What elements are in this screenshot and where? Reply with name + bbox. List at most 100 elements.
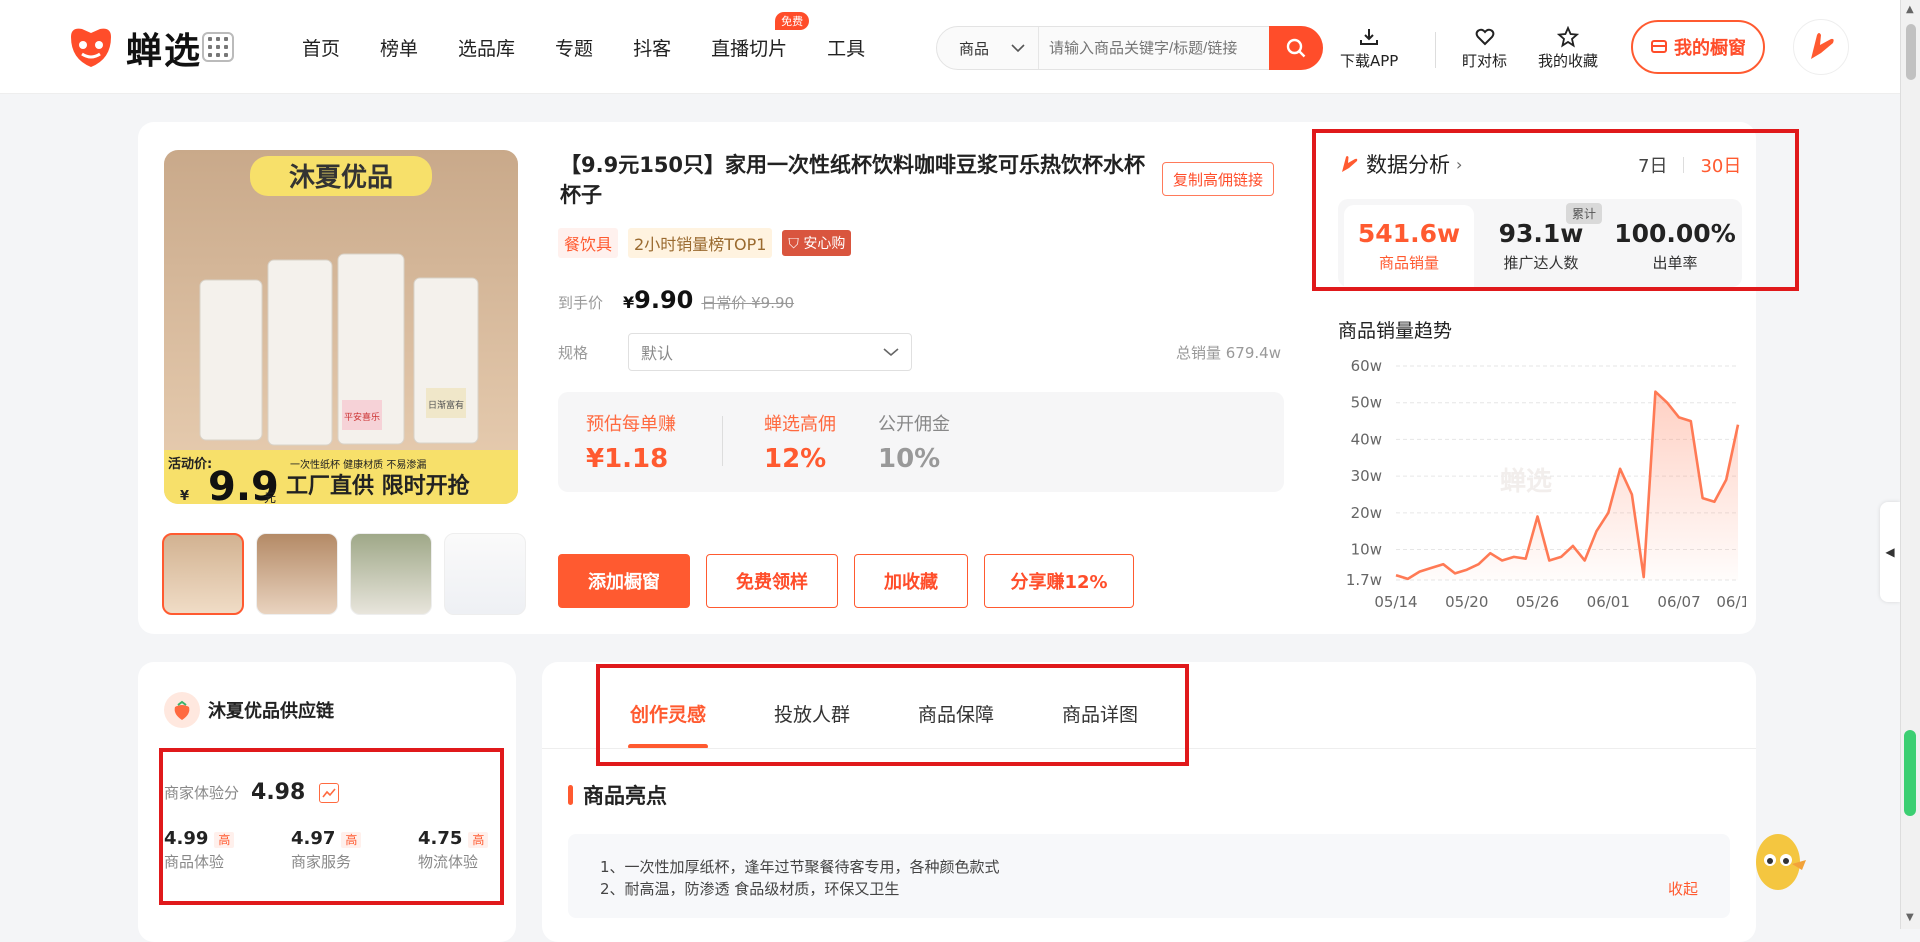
estimated-earning-value: ¥1.18 (586, 444, 669, 474)
header-divider (1435, 32, 1436, 68)
estimated-earning: 预估每单赚 ¥1.18 (586, 410, 676, 474)
watch-competitor-button[interactable]: 盯对标 (1462, 26, 1507, 71)
nav-douke[interactable]: 抖客 (633, 34, 671, 61)
price-label: 到手价 (558, 294, 604, 312)
y-tick-label: 1.7w (1346, 571, 1382, 589)
thumbnail-strip (162, 533, 526, 615)
share-earn-button[interactable]: 分享赚12% (984, 554, 1134, 608)
heart-icon (1475, 28, 1494, 46)
promo-slogan: 工厂直供 限时开抢 (286, 473, 471, 499)
scrollbar-thumb[interactable] (1906, 24, 1916, 80)
public-commission-value: 10% (878, 444, 941, 474)
shield-icon: ⛉ (788, 236, 799, 252)
user-avatar[interactable] (1793, 19, 1849, 75)
shop-window-icon (1651, 40, 1667, 53)
free-badge: 免费 (775, 12, 810, 30)
search-input[interactable] (1039, 38, 1265, 58)
nav-product-library[interactable]: 选品库 (458, 34, 515, 61)
x-tick-label: 05/20 (1445, 593, 1488, 611)
nav-topics[interactable]: 专题 (555, 34, 593, 61)
highlights-title-text: 商品亮点 (583, 784, 667, 808)
favorites-label: 我的收藏 (1538, 52, 1599, 70)
x-tick-label: 06/01 (1587, 593, 1630, 611)
product-main-image[interactable]: 沐夏优品 平安喜乐 日渐富有 活动价: ¥ 9.9 元 一次性纸杯 健康材质 不… (164, 150, 518, 504)
paper-cups-image: 沐夏优品 平安喜乐 日渐富有 活动价: ¥ 9.9 元 一次性纸杯 健康材质 不… (164, 150, 518, 504)
search-category-select[interactable]: 商品 (937, 27, 1039, 69)
y-tick-label: 40w (1351, 430, 1382, 448)
total-sales: 总销量 679.4w (1176, 344, 1281, 362)
spec-select[interactable]: 默认 (628, 333, 913, 371)
anxin-tag: ⛉ 安心购 (782, 230, 852, 256)
estimated-earning-label: 预估每单赚 (586, 414, 676, 435)
x-tick-label: 06/12 (1716, 593, 1746, 611)
add-to-window-button[interactable]: 添加橱窗 (558, 554, 690, 608)
green-progress-pill (1904, 730, 1916, 816)
commission-divider (722, 416, 723, 466)
avatar-logo-icon (1811, 33, 1834, 59)
nav-tools[interactable]: 工具 (827, 34, 865, 61)
collapse-button[interactable]: 收起 (1668, 878, 1698, 899)
promo-currency: ¥ (180, 489, 189, 504)
scroll-down-icon[interactable]: ▼ (1906, 912, 1914, 923)
product-actions: 添加橱窗 免费领样 加收藏 分享赚12% (558, 554, 1134, 608)
x-tick-label: 05/14 (1374, 593, 1417, 611)
watch-competitor-label: 盯对标 (1462, 52, 1508, 70)
y-tick-label: 30w (1351, 467, 1382, 485)
rank-tag[interactable]: 2小时销量榜TOP1 (628, 228, 773, 258)
category-tag[interactable]: 餐饮具 (558, 228, 619, 258)
thumbnail-1[interactable] (162, 533, 244, 615)
brand-logo[interactable]: 蝉选 (66, 22, 202, 74)
nav-live-clips-label: 直播切片 (711, 38, 788, 60)
free-sample-button[interactable]: 免费领样 (706, 554, 838, 608)
product-tags: 餐饮具 2小时销量榜TOP1 ⛉ 安心购 (558, 228, 852, 258)
public-commission-label: 公开佣金 (878, 414, 950, 435)
my-shop-button[interactable]: 我的橱窗 (1631, 20, 1765, 74)
search-category-label: 商品 (959, 39, 990, 58)
trend-title: 商品销量趋势 (1338, 320, 1453, 342)
search-button[interactable] (1269, 26, 1323, 70)
star-icon (1557, 26, 1579, 48)
high-commission-label: 蝉选高佣 (764, 414, 836, 435)
promo-small-slogan: 一次性纸杯 健康材质 不易渗漏 (290, 458, 426, 471)
thumbnail-3[interactable] (350, 533, 432, 615)
thumbnail-2[interactable] (256, 533, 338, 615)
commission-panel: 预估每单赚 ¥1.18 蝉选高佣 12% 公开佣金 10% (558, 392, 1284, 492)
mascot-icon[interactable] (1752, 820, 1808, 896)
highlight-line-2: 2、耐高温，防渗透 食品级材质，环保又卫生 (600, 880, 900, 898)
high-commission-value: 12% (764, 444, 827, 474)
cup-label-2: 日渐富有 (428, 399, 464, 411)
image-banner-text: 沐夏优品 (289, 163, 393, 193)
strawberry-icon (164, 692, 200, 728)
apps-grid-icon[interactable] (202, 32, 234, 62)
favorites-button[interactable]: 我的收藏 (1538, 26, 1598, 71)
original-price: 日常价 ¥9.90 (701, 294, 795, 312)
spec-row: 规格 默认 (558, 333, 913, 371)
highlight-line-1: 1、一次性加厚纸杯，逢年过节聚餐待客专用，各种颜色款式 (600, 858, 1000, 876)
nav-rankings[interactable]: 榜单 (380, 34, 418, 61)
download-icon (1360, 29, 1379, 45)
shop-name: 沐夏优品供应链 (208, 701, 334, 722)
shop-header[interactable]: 沐夏优品供应链 (164, 692, 334, 728)
y-tick-label: 50w (1351, 394, 1382, 412)
highlight-box-shop-score (159, 748, 504, 905)
caret-left-icon: ◀ (1885, 545, 1895, 559)
thumbnail-4[interactable] (444, 533, 526, 615)
price-row: 到手价 ¥9.90 日常价 ¥9.90 (558, 286, 794, 314)
download-app-label: 下载APP (1340, 52, 1399, 70)
download-app-button[interactable]: 下载APP (1340, 26, 1398, 71)
highlight-box-analysis (1312, 129, 1799, 291)
promo-label: 活动价: (168, 456, 212, 472)
nav-home[interactable]: 首页 (302, 34, 340, 61)
highlight-box-tabs (596, 664, 1189, 766)
y-tick-label: 60w (1351, 357, 1382, 375)
side-collapse-tab[interactable]: ◀ (1880, 502, 1900, 602)
add-favorite-button[interactable]: 加收藏 (854, 554, 968, 608)
cicada-logo-icon (71, 28, 111, 68)
scroll-up-icon[interactable]: ▲ (1906, 4, 1914, 15)
copy-high-commission-link-button[interactable]: 复制高佣链接 (1162, 162, 1275, 196)
high-commission: 蝉选高佣 12% (764, 410, 836, 474)
y-tick-label: 10w (1351, 541, 1382, 559)
cup-label-1: 平安喜乐 (344, 411, 380, 423)
nav-live-clips[interactable]: 直播切片 免费 (711, 12, 810, 61)
search-icon (1286, 38, 1306, 58)
